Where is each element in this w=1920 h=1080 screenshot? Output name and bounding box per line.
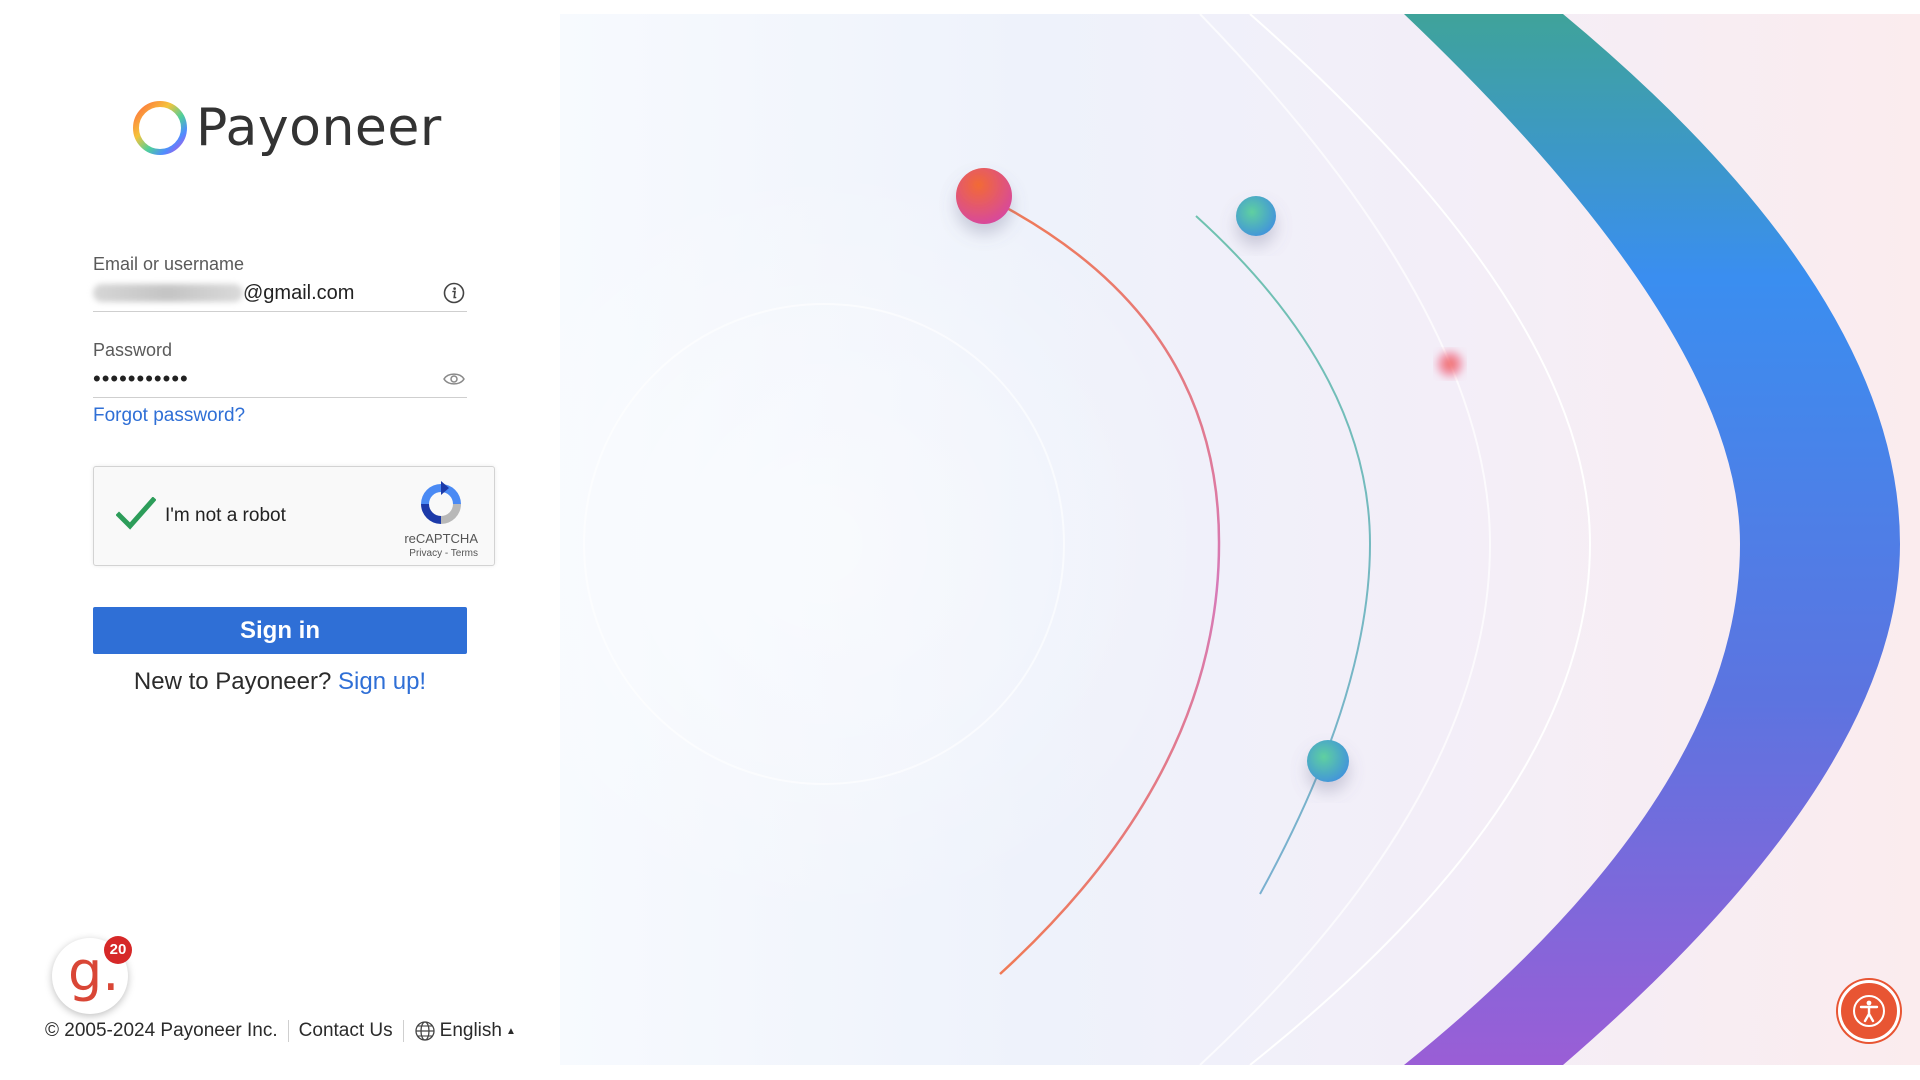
login-panel: Payoneer Email or username redacted-user… <box>0 0 560 1080</box>
recaptcha-links[interactable]: Privacy - Terms <box>409 548 478 559</box>
recaptcha-brand: reCAPTCHA <box>404 531 478 546</box>
copyright: © 2005-2024 Payoneer Inc. <box>45 1020 278 1041</box>
planet-pink <box>1436 350 1464 378</box>
sign-in-button[interactable]: Sign in <box>93 607 467 654</box>
forgot-password-link[interactable]: Forgot password? <box>93 405 245 427</box>
orbit-illustration <box>560 14 1900 1065</box>
language-selector[interactable]: English ▲ <box>414 1020 516 1042</box>
planet-blue <box>1307 740 1349 782</box>
brand-name: Payoneer <box>196 98 442 158</box>
g2-badge[interactable]: g. 20 <box>52 936 132 1014</box>
language-label: English <box>439 1020 502 1041</box>
password-field-group: Password ••••••••••• <box>93 340 467 398</box>
payoneer-logo: Payoneer <box>132 96 442 160</box>
info-icon[interactable] <box>441 280 467 306</box>
orbit-band <box>1404 14 1900 1065</box>
email-input[interactable]: redacted-user @gmail.com <box>93 275 467 312</box>
chevron-up-icon: ▲ <box>505 1025 516 1037</box>
password-input[interactable]: ••••••••••• <box>93 361 467 398</box>
footer-divider <box>402 1020 404 1042</box>
eye-icon[interactable] <box>441 366 467 392</box>
signup-prompt: New to Payoneer? Sign up! <box>93 668 467 696</box>
email-value: redacted-user @gmail.com <box>93 282 354 305</box>
footer: © 2005-2024 Payoneer Inc. Contact Us Eng… <box>45 1020 516 1042</box>
signup-prompt-text: New to Payoneer? <box>133 668 332 695</box>
password-label: Password <box>93 340 173 360</box>
planet-red <box>956 168 1012 224</box>
password-value: ••••••••••• <box>93 366 189 391</box>
footer-divider <box>287 1020 289 1042</box>
accessibility-button[interactable] <box>1838 980 1900 1042</box>
recaptcha-label: I'm not a robot <box>165 505 286 526</box>
accessibility-icon <box>1853 995 1885 1027</box>
planet-teal <box>1236 196 1276 236</box>
g2-count-badge: 20 <box>104 936 132 964</box>
recaptcha-widget: I'm not a robot reCAPTCHA Privacy - Term… <box>93 466 495 566</box>
payoneer-logo-icon <box>133 101 187 155</box>
checkmark-icon[interactable] <box>116 497 156 531</box>
email-domain: @gmail.com <box>243 281 355 304</box>
recaptcha-icon <box>421 481 461 524</box>
email-masked: redacted-user <box>93 284 243 302</box>
email-field-group: Email or username redacted-user @gmail.c… <box>93 254 467 312</box>
email-label: Email or username <box>93 254 245 274</box>
signup-link[interactable]: Sign up! <box>338 668 426 695</box>
hero-illustration <box>560 14 1920 1065</box>
globe-icon <box>415 1021 435 1041</box>
contact-us-link[interactable]: Contact Us <box>299 1020 393 1042</box>
